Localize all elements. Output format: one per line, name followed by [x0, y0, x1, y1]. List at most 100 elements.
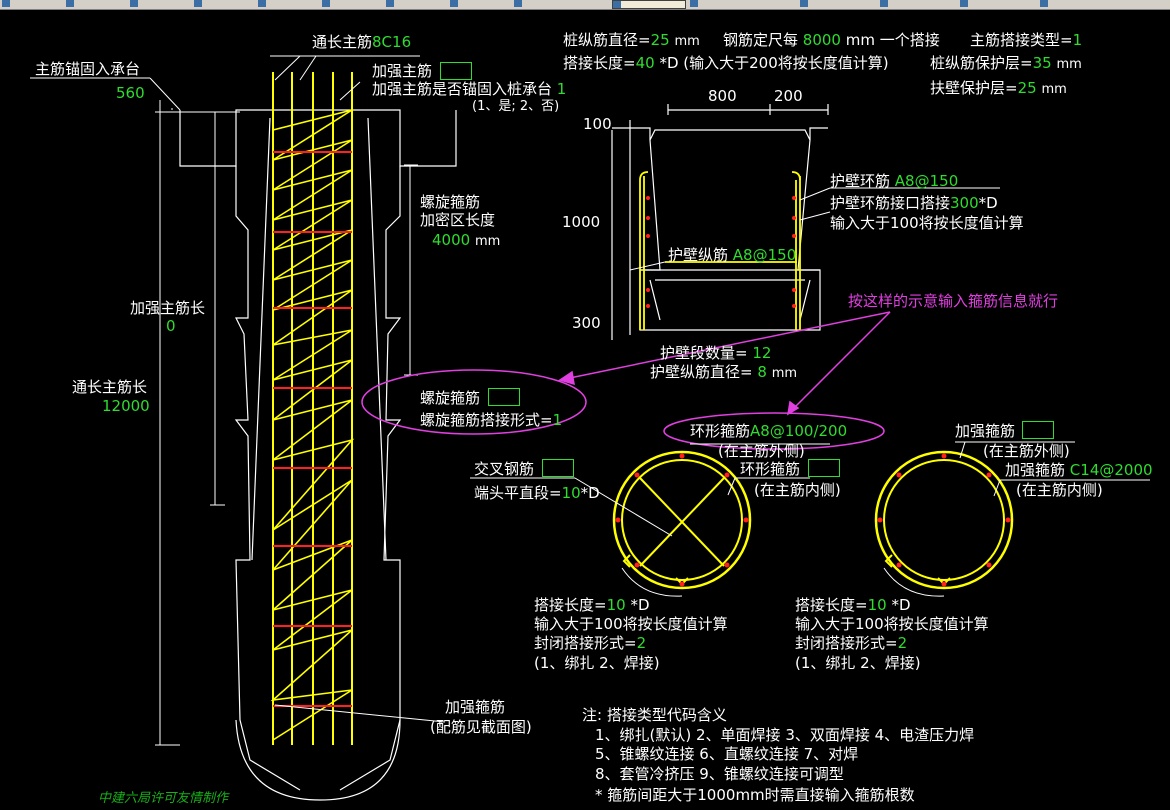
app-icon	[690, 0, 698, 7]
spiral-lap-row: 螺旋箍筋搭接形式=1	[420, 411, 562, 429]
left-lap-row: 搭接长度=10 *D	[534, 596, 650, 614]
notes-line-4: * 箍筋间距大于1000mm时需直接输入箍筋根数	[595, 786, 915, 804]
bottom-stirrup-label: 加强箍筋	[445, 698, 506, 716]
section-left	[612, 450, 752, 590]
lap-len-label: 搭接长度=	[563, 54, 636, 72]
right-stirrup2-row: 加强箍筋 C14@2000	[1005, 461, 1153, 479]
lap-type-value[interactable]: 1	[1073, 31, 1083, 49]
reinforce-bar-input[interactable]	[440, 62, 472, 80]
toolbar-button-active[interactable]	[612, 0, 686, 9]
right-stirrup-label: 加强箍筋	[955, 422, 1016, 440]
toolbar-button[interactable]	[690, 0, 750, 9]
reinforce-len-value[interactable]: 0	[166, 317, 176, 335]
long-dia-row: 护壁纵筋直径= 8 mm	[650, 363, 797, 383]
anchor-value[interactable]: 560	[116, 84, 145, 102]
cross-bar-label: 交叉钢筋	[474, 460, 535, 478]
long-dia-value[interactable]: 8	[757, 363, 767, 381]
left-lap-value[interactable]: 10	[607, 596, 626, 614]
fixed-len-value[interactable]: 8000	[803, 31, 841, 49]
ring-lap-unit: *D	[978, 194, 998, 212]
hint-text: 按这样的示意输入箍筋信息就行	[848, 292, 1059, 310]
right-lap-row: 搭接长度=10 *D	[795, 596, 911, 614]
full-len-value[interactable]: 12000	[102, 397, 150, 415]
section-right-dots	[877, 453, 1011, 587]
spiral-dense-label: 螺旋箍筋	[420, 193, 481, 211]
ring-value[interactable]: A8@150	[895, 172, 958, 190]
notes-line-1: 1、绑扎(默认) 2、单面焊接 3、双面焊接 4、电渣压力焊	[595, 726, 975, 744]
toolbar-button[interactable]	[1040, 0, 1100, 9]
left-close-row: 封闭搭接形式=2	[534, 634, 646, 652]
toolbar-button[interactable]	[800, 0, 860, 9]
toolbar-button[interactable]	[130, 0, 190, 9]
fixed-len-unit: mm 一个搭接	[845, 31, 940, 49]
ring-label: 护壁环筋	[830, 172, 891, 190]
notes-line-3: 8、套管冷挤压 9、锥螺纹连接可调型	[595, 765, 844, 783]
section-right	[874, 450, 1014, 590]
right-close-value[interactable]: 2	[898, 634, 908, 652]
left-close-value[interactable]: 2	[637, 634, 647, 652]
right-lap-value[interactable]: 10	[868, 596, 887, 614]
right-lap-unit: *D	[891, 596, 911, 614]
dim-1000: 1000	[562, 213, 601, 231]
cross-bar-input[interactable]	[542, 459, 574, 477]
bottom-stirrup-note: (配筋见截面图)	[430, 718, 532, 736]
toolbar-button[interactable]	[258, 0, 318, 9]
spiral-dense-value[interactable]: 4000	[432, 231, 470, 249]
cover-value[interactable]: 35	[1033, 54, 1052, 72]
inner-ring-pos: (在主筋内侧)	[754, 481, 841, 499]
right-stirrup2-value[interactable]: C14@2000	[1070, 461, 1153, 479]
left-lap-unit: *D	[630, 596, 650, 614]
main-bar-label-text: 通长主筋	[312, 33, 373, 51]
wall-cover-value[interactable]: 25	[1018, 79, 1037, 97]
toolbar-button[interactable]	[514, 0, 574, 9]
spiral-stirrup-input[interactable]	[488, 388, 520, 406]
ring-stirrup-row: 环形箍筋A8@100/200	[690, 422, 847, 440]
anchor-answer[interactable]: 1	[557, 80, 567, 98]
long-value[interactable]: A8@150	[733, 246, 796, 264]
app-icon	[322, 0, 330, 7]
lap-len-value[interactable]: 40	[636, 54, 655, 72]
toolbar-button[interactable]	[386, 0, 446, 9]
anchor-label: 主筋锚固入承台	[35, 60, 141, 78]
dim-200: 200	[774, 87, 803, 105]
ring-lap-row: 护壁环筋接口搭接300*D	[830, 194, 998, 212]
main-bar-value[interactable]: 8C16	[372, 33, 411, 51]
toolbar-button[interactable]	[450, 0, 510, 9]
app-icon	[613, 1, 621, 8]
app-icon	[960, 0, 968, 7]
diameter-unit: mm	[674, 34, 700, 49]
diameter-row: 桩纵筋直径=25 mm	[563, 31, 700, 51]
toolbar-button[interactable]	[880, 0, 940, 9]
toolbar-button[interactable]	[2, 0, 62, 9]
credit-text: 中建六局许可友情制作	[98, 791, 229, 806]
diameter-value[interactable]: 25	[651, 31, 670, 49]
right-stirrup-input[interactable]	[1022, 421, 1054, 439]
long-dia-label: 护壁纵筋直径=	[650, 363, 753, 381]
notes-title: 注: 搭接类型代码含义	[582, 706, 727, 724]
anchor-question-text: 加强主筋是否锚固入桩承台	[372, 80, 553, 98]
ring-lap-value[interactable]: 300	[950, 194, 979, 212]
ring-lap-note: 输入大于100将按长度值计算	[830, 214, 1024, 232]
main-bar-label: 通长主筋8C16	[312, 33, 411, 51]
cover-label: 桩纵筋保护层=	[930, 54, 1033, 72]
segments-row: 护壁段数量= 12	[660, 344, 771, 362]
inner-ring-input[interactable]	[808, 459, 840, 477]
end-unit: *D	[580, 484, 600, 502]
end-label: 端头平直段=	[474, 484, 562, 502]
toolbar-button[interactable]	[66, 0, 126, 9]
toolbar-button[interactable]	[960, 0, 1020, 9]
toolbar-button[interactable]	[194, 0, 254, 9]
right-close-row: 封闭搭接形式=2	[795, 634, 907, 652]
reinforce-bar-label: 加强主筋	[372, 62, 433, 80]
reinforce-len-label: 加强主筋长	[130, 299, 206, 317]
ring-stirrup-value[interactable]: A8@100/200	[750, 422, 847, 440]
segments-value[interactable]: 12	[752, 344, 771, 362]
right-close-label: 封闭搭接形式=	[795, 634, 898, 652]
spiral-lap-value[interactable]: 1	[553, 411, 563, 429]
spiral-lap-label: 螺旋箍筋搭接形式=	[420, 411, 553, 429]
spiral-dense-value-row: 4000 mm	[432, 231, 500, 251]
end-value[interactable]: 10	[562, 484, 581, 502]
lap-len-row: 搭接长度=40 *D (输入大于200将按长度值计算)	[563, 54, 889, 72]
dimension-lines	[30, 77, 418, 746]
toolbar-button[interactable]	[322, 0, 382, 9]
